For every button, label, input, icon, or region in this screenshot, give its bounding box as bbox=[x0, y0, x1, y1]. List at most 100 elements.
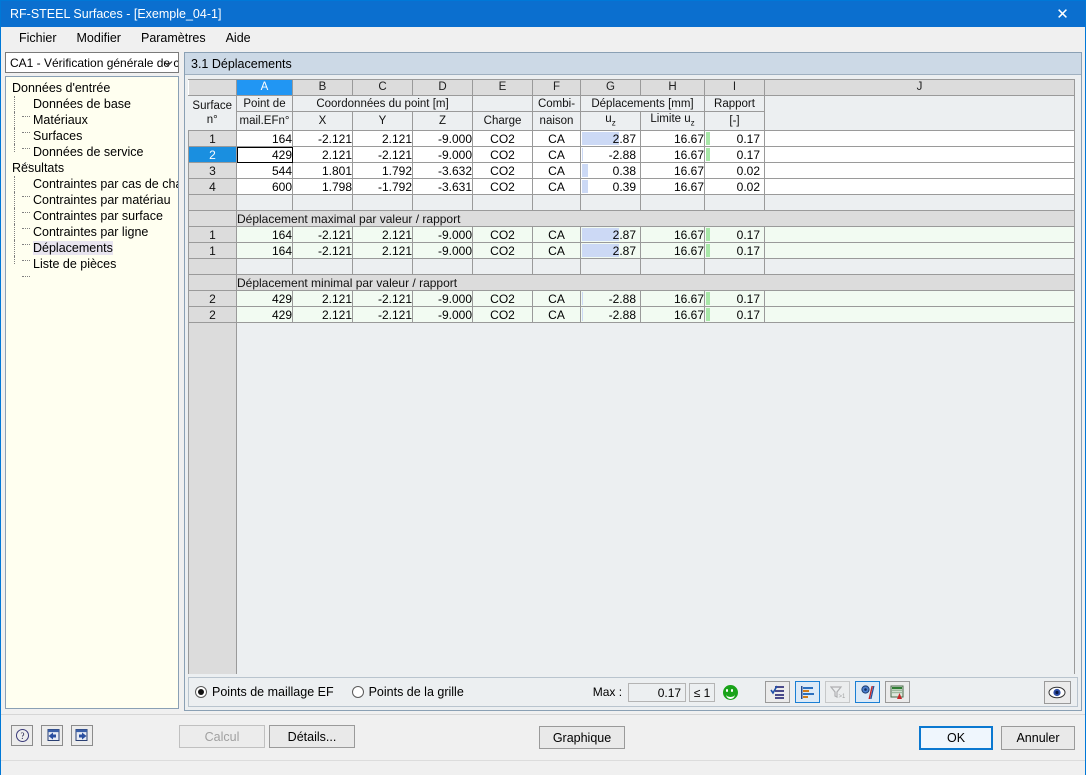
column-letter-h[interactable]: H bbox=[640, 79, 705, 96]
cell-point-mail-ef[interactable]: 164 bbox=[236, 226, 293, 244]
cell-column-j[interactable] bbox=[764, 226, 1075, 244]
row-header-surface[interactable]: 3 bbox=[188, 162, 237, 180]
column-letter-j[interactable]: J bbox=[764, 79, 1075, 96]
cell-rapport[interactable]: 0.17 bbox=[704, 306, 765, 324]
cell-combinaison[interactable]: CA bbox=[532, 178, 581, 196]
cell-rapport[interactable]: 0.02 bbox=[704, 162, 765, 180]
column-letter-e[interactable]: E bbox=[472, 79, 533, 96]
cell-coord-z[interactable]: -9.000 bbox=[412, 146, 473, 164]
export-excel-icon-button[interactable] bbox=[885, 681, 911, 703]
help-button[interactable]: ? bbox=[11, 725, 33, 746]
cell-charge[interactable]: CO2 bbox=[472, 162, 533, 180]
cell-displacement-uz[interactable]: -2.88 bbox=[580, 306, 641, 324]
cell-column-j[interactable] bbox=[764, 162, 1075, 180]
table-row[interactable]: 2 429 2.121 -2.121 -9.000 CO2 CA -2.88 16.67 0.17 bbox=[188, 306, 1075, 324]
column-letter-d[interactable]: D bbox=[412, 79, 473, 96]
cell-coord-x[interactable]: 2.121 bbox=[292, 290, 353, 308]
row-header-surface[interactable]: 4 bbox=[188, 178, 237, 196]
cell-coord-y[interactable]: 2.121 bbox=[352, 130, 413, 148]
table-row[interactable]: 1 164 -2.121 2.121 -9.000 CO2 CA 2.87 16.67 0.17 bbox=[188, 130, 1075, 148]
cell-combinaison[interactable]: CA bbox=[532, 290, 581, 308]
cell-coord-z[interactable]: -3.631 bbox=[412, 178, 473, 196]
cell-point-mail-ef[interactable]: 429 bbox=[236, 306, 293, 324]
cell-rapport[interactable]: 0.02 bbox=[704, 178, 765, 196]
cell-coord-y[interactable]: -1.792 bbox=[352, 178, 413, 196]
cell-combinaison[interactable]: CA bbox=[532, 306, 581, 324]
tree-item-deplacements[interactable]: Déplacements bbox=[10, 240, 178, 261]
cell-column-j[interactable] bbox=[764, 290, 1075, 308]
cell-charge[interactable]: CO2 bbox=[472, 178, 533, 196]
cell-coord-x[interactable]: 2.121 bbox=[292, 146, 353, 164]
cell-displacement-uz[interactable]: 2.87 bbox=[580, 226, 641, 244]
column-letter-f[interactable]: F bbox=[532, 79, 581, 96]
cell-coord-z[interactable]: -9.000 bbox=[412, 290, 473, 308]
row-header-surface[interactable]: 1 bbox=[188, 130, 237, 148]
cell-point-mail-ef[interactable]: 164 bbox=[236, 242, 293, 260]
eye-icon-button[interactable] bbox=[1043, 680, 1071, 704]
previous-button[interactable] bbox=[41, 725, 63, 746]
row-header-surface[interactable]: 1 bbox=[188, 242, 237, 260]
radio-points-grille[interactable]: Points de la grille bbox=[351, 685, 464, 699]
cell-displacement-uz[interactable]: 0.39 bbox=[580, 178, 641, 196]
cell-column-j[interactable] bbox=[764, 130, 1075, 148]
close-icon[interactable]: ✕ bbox=[1040, 1, 1085, 27]
cell-charge[interactable]: CO2 bbox=[472, 290, 533, 308]
table-row[interactable]: 2 429 2.121 -2.121 -9.000 CO2 CA -2.88 16.67 0.17 bbox=[188, 146, 1075, 164]
radio-points-maillage[interactable]: Points de maillage EF bbox=[195, 685, 334, 699]
column-letter-b[interactable]: B bbox=[292, 79, 353, 96]
cell-combinaison[interactable]: CA bbox=[532, 130, 581, 148]
column-letter-c[interactable]: C bbox=[352, 79, 413, 96]
column-letter-g[interactable]: G bbox=[580, 79, 641, 96]
tree-item-liste-de-pieces[interactable]: Liste de pièces bbox=[10, 256, 178, 277]
cell-rapport[interactable]: 0.17 bbox=[704, 146, 765, 164]
cell-limite-uz[interactable]: 16.67 bbox=[640, 130, 705, 148]
cell-rapport[interactable]: 0.17 bbox=[704, 130, 765, 148]
tree-group-donnees-entree[interactable]: Données d'entrée bbox=[10, 80, 178, 96]
cell-charge[interactable]: CO2 bbox=[472, 146, 533, 164]
cell-coord-z[interactable]: -9.000 bbox=[412, 130, 473, 148]
menu-item-modifier[interactable]: Modifier bbox=[67, 29, 131, 47]
cell-coord-z[interactable]: -9.000 bbox=[412, 242, 473, 260]
cancel-button[interactable]: Annuler bbox=[1001, 726, 1075, 750]
cell-coord-x[interactable]: -2.121 bbox=[292, 226, 353, 244]
cell-point-mail-ef[interactable]: 544 bbox=[236, 162, 293, 180]
table-row[interactable]: 4 600 1.798 -1.792 -3.631 CO2 CA 0.39 16.67 0.02 bbox=[188, 178, 1075, 196]
cell-coord-x[interactable]: -2.121 bbox=[292, 242, 353, 260]
cell-column-j[interactable] bbox=[764, 306, 1075, 324]
cell-coord-z[interactable]: -9.000 bbox=[412, 226, 473, 244]
column-letter-a[interactable]: A bbox=[236, 79, 293, 96]
graphique-button[interactable]: Graphique bbox=[539, 726, 625, 749]
cell-point-mail-ef[interactable]: 600 bbox=[236, 178, 293, 196]
cell-coord-y[interactable]: 1.792 bbox=[352, 162, 413, 180]
cell-combinaison[interactable]: CA bbox=[532, 162, 581, 180]
cell-coord-x[interactable]: 1.801 bbox=[292, 162, 353, 180]
cell-charge[interactable]: CO2 bbox=[472, 242, 533, 260]
results-table-container[interactable]: A B C D E F G H I J Surface n° Point de … bbox=[188, 79, 1078, 674]
cell-limite-uz[interactable]: 16.67 bbox=[640, 146, 705, 164]
tree-item-contraintes-materiau[interactable]: Contraintes par matériau bbox=[10, 192, 178, 213]
cell-displacement-uz[interactable]: 2.87 bbox=[580, 130, 641, 148]
table-row[interactable]: 1 164 -2.121 2.121 -9.000 CO2 CA 2.87 16.67 0.17 bbox=[188, 226, 1075, 244]
cell-limite-uz[interactable]: 16.67 bbox=[640, 306, 705, 324]
cell-combinaison[interactable]: CA bbox=[532, 146, 581, 164]
tree-item-contraintes-ligne[interactable]: Contraintes par ligne bbox=[10, 224, 178, 245]
cell-coord-y[interactable]: 2.121 bbox=[352, 242, 413, 260]
row-header-surface[interactable]: 2 bbox=[188, 146, 237, 164]
cell-coord-y[interactable]: -2.121 bbox=[352, 146, 413, 164]
cell-limite-uz[interactable]: 16.67 bbox=[640, 290, 705, 308]
cell-point-mail-ef[interactable]: 429 bbox=[236, 290, 293, 308]
cell-limite-uz[interactable]: 16.67 bbox=[640, 162, 705, 180]
tree-item-donnees-de-base[interactable]: Données de base bbox=[10, 96, 178, 117]
cell-displacement-uz[interactable]: -2.88 bbox=[580, 290, 641, 308]
tree-item-materiaux[interactable]: Matériaux bbox=[10, 112, 178, 133]
cell-displacement-uz[interactable]: -2.88 bbox=[580, 146, 641, 164]
filter-gt1-icon-button[interactable]: >1 bbox=[825, 681, 851, 703]
cell-limite-uz[interactable]: 16.67 bbox=[640, 226, 705, 244]
cell-point-mail-ef[interactable]: 164 bbox=[236, 130, 293, 148]
details-button[interactable]: Détails... bbox=[269, 725, 355, 748]
calcul-button[interactable]: Calcul bbox=[179, 725, 265, 748]
cell-rapport[interactable]: 0.17 bbox=[704, 242, 765, 260]
cell-limite-uz[interactable]: 16.67 bbox=[640, 178, 705, 196]
filter-check-icon-button[interactable] bbox=[765, 681, 791, 703]
cell-coord-y[interactable]: -2.121 bbox=[352, 306, 413, 324]
